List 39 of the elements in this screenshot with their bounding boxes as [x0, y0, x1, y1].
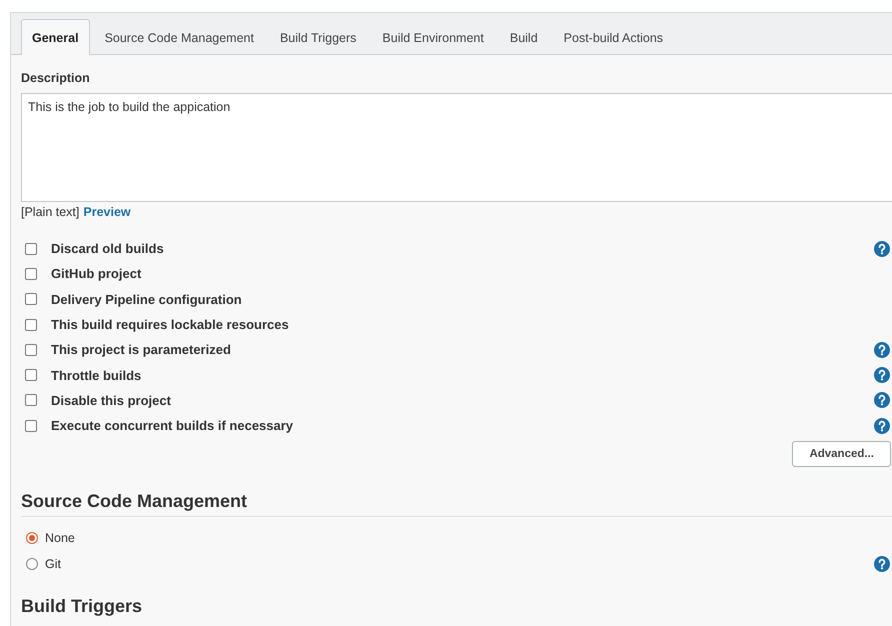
tab[interactable]: Build	[498, 19, 549, 55]
advanced-button[interactable]: Advanced...	[792, 441, 891, 468]
help-icon[interactable]	[874, 418, 890, 434]
checkbox[interactable]	[25, 344, 37, 356]
checkbox[interactable]	[25, 242, 37, 255]
section-heading: Build Triggers	[21, 596, 144, 618]
checkbox-label: Throttle builds	[51, 368, 142, 383]
checkbox-label: This build requires lockable resources	[51, 317, 290, 332]
help-icon[interactable]	[874, 342, 890, 358]
radio-label: None	[45, 531, 76, 546]
preview-link[interactable]: Preview	[83, 205, 131, 219]
checkbox-label: Disable this project	[51, 392, 172, 408]
radio-button[interactable]	[26, 532, 38, 544]
help-icon[interactable]	[874, 240, 890, 257]
tab[interactable]: Build Triggers	[268, 19, 368, 55]
radio-button[interactable]	[26, 558, 38, 570]
format-text: [Plain text]	[21, 205, 80, 219]
section-heading: Source Code Management	[21, 491, 892, 518]
checkbox[interactable]	[25, 420, 37, 432]
checkbox-label: Delivery Pipeline configuration	[51, 292, 243, 307]
field-label: Description	[21, 71, 91, 85]
help-icon[interactable]	[874, 392, 890, 408]
checkbox-label: This project is parameterized	[51, 342, 232, 358]
checkbox-label: Discard old builds	[51, 241, 165, 256]
help-icon[interactable]	[874, 556, 890, 572]
radio-label: Git	[45, 556, 62, 571]
help-icon[interactable]	[874, 367, 890, 384]
tab[interactable]: Build Environment	[371, 19, 495, 55]
checkbox-label: Execute concurrent builds if necessary	[51, 418, 294, 434]
tab[interactable]: Source Code Management	[94, 19, 265, 55]
description-field[interactable]: This is the job to build the appication	[21, 93, 892, 202]
checkbox[interactable]	[25, 318, 37, 331]
tab[interactable]: General	[21, 19, 90, 55]
tab[interactable]: Post-build Actions	[552, 19, 674, 55]
checkbox[interactable]	[25, 268, 37, 280]
checkbox[interactable]	[25, 293, 37, 306]
checkbox[interactable]	[25, 369, 37, 382]
checkbox[interactable]	[25, 394, 37, 406]
checkbox-label: GitHub project	[51, 266, 142, 282]
